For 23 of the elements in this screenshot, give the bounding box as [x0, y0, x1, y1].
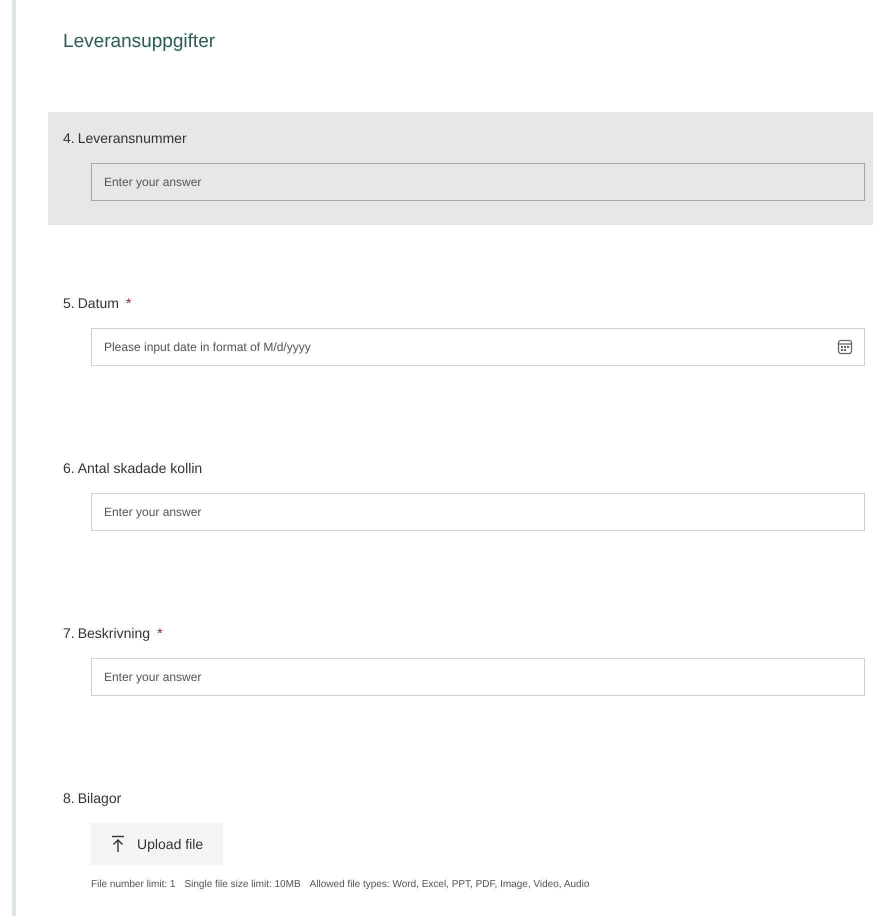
date-field[interactable]: Please input date in format of M/d/yyyy — [91, 328, 865, 366]
upload-limit-text: File number limit: 1 — [91, 878, 176, 892]
question-title: Datum — [78, 294, 119, 313]
question-title: Leveransnummer — [78, 129, 187, 148]
question-title: Antal skadade kollin — [78, 459, 202, 478]
required-mark: * — [126, 294, 132, 313]
question-number: 4. — [63, 129, 75, 148]
question-number: 8. — [63, 789, 75, 808]
input-field[interactable]: Enter your answer — [91, 493, 865, 531]
input-field[interactable]: Enter your answer — [91, 658, 865, 696]
required-mark: * — [157, 624, 163, 643]
upload-limit-text: Single file size limit: 10MB — [184, 878, 301, 892]
question-number: 5. — [63, 294, 75, 313]
calendar-icon[interactable] — [837, 339, 853, 355]
section-title: Leveransuppgifter — [63, 31, 216, 52]
input-field[interactable]: Enter your answer — [91, 163, 865, 201]
upload-icon — [111, 835, 125, 853]
question-title: Bilagor — [78, 789, 122, 808]
question-number: 7. — [63, 624, 75, 643]
upload-file-button[interactable]: Upload file — [91, 823, 224, 865]
question-title: Beskrivning — [78, 624, 150, 643]
upload-limit-text: Allowed file types: Word, Excel, PPT, PDF, Image, Video, Audio — [310, 878, 590, 892]
question-number: 6. — [63, 459, 75, 478]
